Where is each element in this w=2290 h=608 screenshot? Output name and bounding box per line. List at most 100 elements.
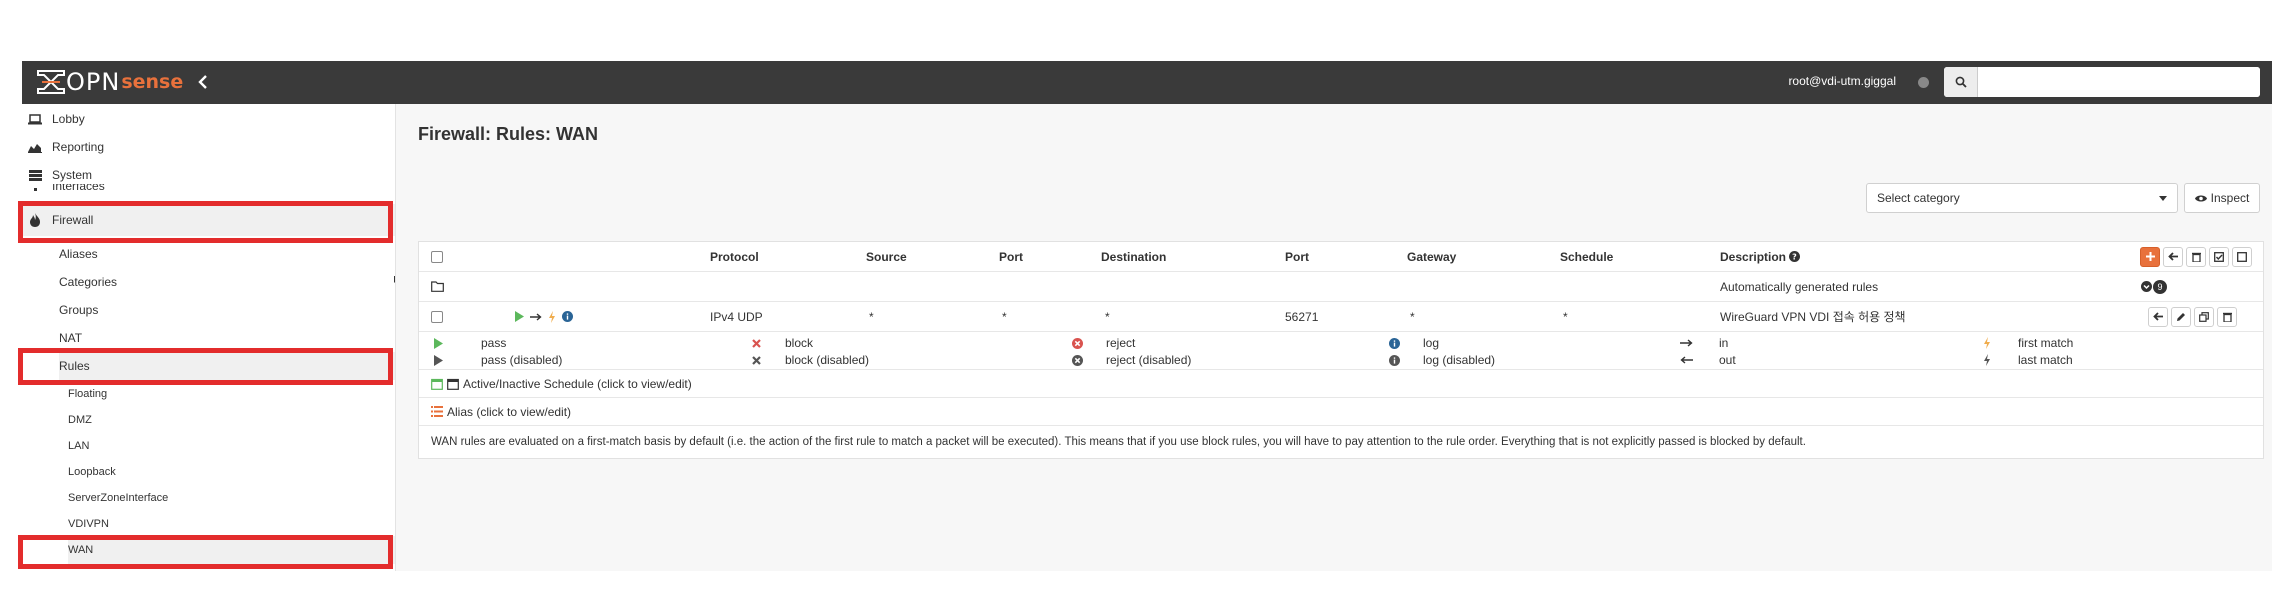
legend-label: pass (disabled) <box>481 353 563 367</box>
sidebar-item-aliases[interactable]: Aliases <box>59 241 395 267</box>
schedule-note[interactable]: Active/Inactive Schedule (click to view/… <box>431 370 692 397</box>
sidebar-rule-wan[interactable]: WAN <box>68 536 395 564</box>
bolt-disabled-icon <box>1980 353 1994 367</box>
sidebar-item-label: Lobby <box>52 112 85 126</box>
sidebar-item-groups[interactable]: Groups <box>59 297 395 323</box>
table-row-rule[interactable]: IPv4 UDP * * * 56271 * * WireGuard VPN V… <box>419 302 2263 332</box>
schedule-note-text: Active/Inactive Schedule (click to view/… <box>463 376 692 391</box>
sidebar-item-label: Reporting <box>52 140 105 154</box>
sidebar-item-rules[interactable]: Rules <box>59 352 395 380</box>
sidebar-item-label: DMZ <box>68 414 92 426</box>
clone-rule-button[interactable] <box>2194 306 2214 327</box>
trash-icon <box>2191 252 2201 262</box>
rule-gateway: * <box>1410 309 1415 324</box>
move-before-button[interactable] <box>2148 306 2168 327</box>
times-circle-disabled-icon <box>1070 353 1084 367</box>
delete-selected-button[interactable] <box>2186 246 2206 267</box>
info-circle-disabled-icon <box>1387 353 1401 367</box>
user-menu[interactable]: root@vdi-utm.giggal <box>1788 74 1896 88</box>
tags-icon <box>394 275 395 289</box>
legend-pass: pass <box>431 336 506 350</box>
category-select[interactable]: Select category <box>1866 183 2178 213</box>
sidebar-rule-loopback[interactable]: Loopback <box>68 460 388 484</box>
sidebar-item-label: NAT <box>59 331 83 345</box>
schedule-note-row[interactable]: Active/Inactive Schedule (click to view/… <box>419 370 2263 398</box>
rule-protocol: IPv4 UDP <box>710 309 763 324</box>
exchange-icon <box>394 331 395 345</box>
sidebar-item-label: Interfaces <box>52 184 105 193</box>
col-source[interactable]: Source <box>866 242 907 271</box>
col-gateway[interactable]: Gateway <box>1407 242 1456 271</box>
arrow-left-icon <box>2153 312 2163 321</box>
sidebar-item-nat[interactable]: NAT <box>59 325 395 351</box>
long-arrow-right-icon <box>1679 336 1693 350</box>
inspect-button[interactable]: Inspect <box>2184 183 2260 213</box>
sidebar-item-label: VDIVPN <box>68 518 109 530</box>
rule-actions <box>2145 302 2237 331</box>
sitemap-icon <box>394 303 395 317</box>
legend-first-match: first match <box>1980 336 2073 350</box>
info-circle-icon[interactable] <box>562 311 573 322</box>
sidebar-item-reporting[interactable]: Reporting <box>22 134 395 160</box>
col-destination[interactable]: Destination <box>1101 242 1166 271</box>
col-protocol[interactable]: Protocol <box>710 242 759 271</box>
sidebar-item-firewall[interactable]: Firewall <box>22 204 395 236</box>
svg-text:?: ? <box>1792 253 1797 262</box>
sidebar-rule-dmz[interactable]: DMZ <box>68 408 388 432</box>
legend-log: log <box>1387 336 1439 350</box>
legend-last-match: last match <box>1980 353 2073 367</box>
sidebar-item-lobby[interactable]: Lobby <box>22 106 395 132</box>
sidebar-rule-vdivpn[interactable]: VDIVPN <box>68 512 388 536</box>
sidebar-rule-floating[interactable]: Floating <box>68 382 388 406</box>
sidebar-item-label: Aliases <box>59 247 98 261</box>
rule-destination-port: 56271 <box>1285 309 1319 324</box>
sidebar: Lobby Reporting System Interfaces Firewa… <box>22 104 396 571</box>
times-icon <box>749 336 763 350</box>
top-navbar: OPN sense root@vdi-utm.giggal <box>22 61 2272 104</box>
sidebar-item-label: Groups <box>59 303 99 317</box>
rule-select-checkbox[interactable] <box>431 302 443 331</box>
sidebar-item-interfaces[interactable]: Interfaces <box>22 184 395 202</box>
bolt-icon <box>1980 336 1994 350</box>
select-all-checkbox[interactable] <box>431 242 443 271</box>
col-destination-port[interactable]: Port <box>1285 242 1309 271</box>
rule-destination: * <box>1105 309 1110 324</box>
legend-label: reject (disabled) <box>1106 353 1192 367</box>
move-selected-button[interactable] <box>2163 246 2183 267</box>
table-row-auto-generated[interactable]: Automatically generated rules 9 <box>419 272 2263 302</box>
rules-table: Protocol Source Port Destination Port Ga… <box>418 241 2264 459</box>
alias-note[interactable]: Alias (click to view/edit) <box>431 398 571 425</box>
edit-rule-button[interactable] <box>2171 306 2191 327</box>
sidebar-item-label: WAN <box>68 544 94 556</box>
eye-icon <box>2194 195 2207 201</box>
alias-note-row[interactable]: Alias (click to view/edit) <box>419 398 2263 426</box>
search-icon[interactable] <box>1944 67 1978 97</box>
search-box <box>1944 67 2260 97</box>
col-source-port[interactable]: Port <box>999 242 1023 271</box>
play-icon <box>431 336 445 350</box>
legend-label: first match <box>2018 336 2074 350</box>
trash-icon <box>2222 312 2232 322</box>
long-arrow-left-icon <box>1679 353 1693 367</box>
search-input[interactable] <box>1978 67 2260 97</box>
delete-rule-button[interactable] <box>2217 306 2237 327</box>
col-schedule[interactable]: Schedule <box>1560 242 1613 271</box>
area-chart-icon <box>28 140 42 154</box>
opnsense-logo[interactable]: OPN sense <box>36 67 183 97</box>
status-indicator-icon[interactable] <box>1918 77 1929 88</box>
sidebar-collapse-button[interactable] <box>192 72 214 94</box>
sidebar-item-label: Floating <box>68 388 108 400</box>
auto-rules-toggle[interactable]: 9 <box>2141 272 2167 301</box>
folder-icon[interactable] <box>431 272 444 301</box>
enable-selected-button[interactable] <box>2209 246 2229 267</box>
help-icon[interactable]: ? <box>1789 251 1801 262</box>
rule-status-icons <box>515 302 573 331</box>
sidebar-rule-lan[interactable]: LAN <box>68 434 388 458</box>
sidebar-rule-serverzoneinterface[interactable]: ServerZoneInterface <box>68 486 388 510</box>
play-icon[interactable] <box>515 311 524 322</box>
col-description[interactable]: Description ? <box>1720 242 1801 271</box>
disable-selected-button[interactable] <box>2232 246 2252 267</box>
add-rule-button[interactable] <box>2140 246 2160 267</box>
legend-in: in <box>1679 336 1728 350</box>
sidebar-item-categories[interactable]: Categories <box>59 269 395 295</box>
